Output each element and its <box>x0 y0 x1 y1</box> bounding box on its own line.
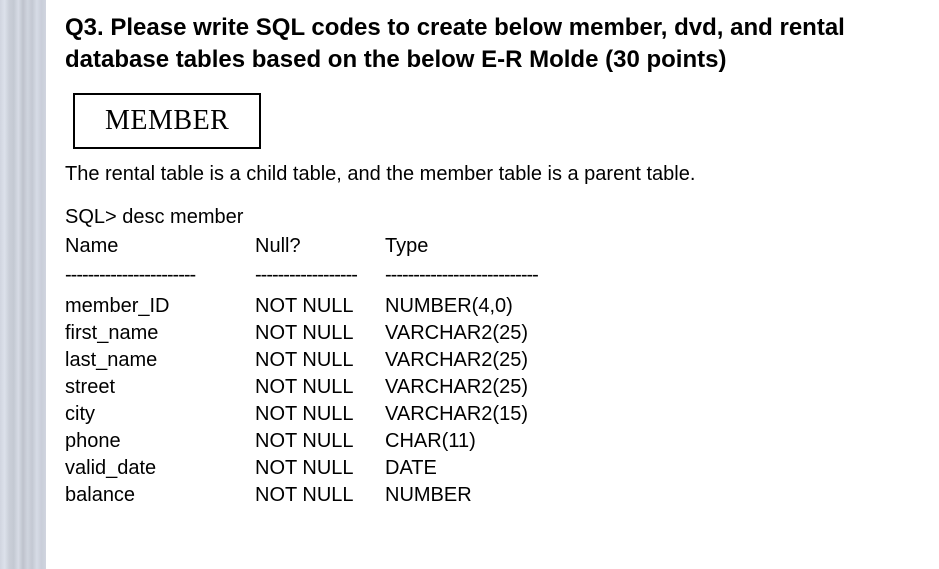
table-row: first_nameNOT NULLVARCHAR2(25) <box>65 320 909 347</box>
cell-name: first_name <box>65 320 255 347</box>
dash-null: ------------------ <box>255 262 385 289</box>
cell-null: NOT NULL <box>255 293 385 320</box>
sql-prompt: SQL> desc member <box>65 204 909 231</box>
table-row: streetNOT NULLVARCHAR2(25) <box>65 374 909 401</box>
cell-null: NOT NULL <box>255 347 385 374</box>
cell-name: last_name <box>65 347 255 374</box>
cell-name: phone <box>65 428 255 455</box>
column-header-row: Name Null? Type <box>65 233 909 260</box>
cell-type: NUMBER <box>385 482 909 509</box>
cell-name: street <box>65 374 255 401</box>
cell-null: NOT NULL <box>255 374 385 401</box>
document-content: Q3. Please write SQL codes to create bel… <box>0 0 939 529</box>
cell-type: DATE <box>385 455 909 482</box>
table-row: member_IDNOT NULLNUMBER(4,0) <box>65 293 909 320</box>
question-title: Q3. Please write SQL codes to create bel… <box>65 12 909 77</box>
table-rows: member_IDNOT NULLNUMBER(4,0)first_nameNO… <box>65 293 909 509</box>
dash-name: ----------------------- <box>65 262 255 289</box>
cell-type: CHAR(11) <box>385 428 909 455</box>
cell-name: valid_date <box>65 455 255 482</box>
header-name: Name <box>65 233 255 260</box>
header-null: Null? <box>255 233 385 260</box>
cell-null: NOT NULL <box>255 455 385 482</box>
header-type: Type <box>385 233 909 260</box>
cell-name: balance <box>65 482 255 509</box>
entity-label: MEMBER <box>105 105 229 136</box>
table-row: last_nameNOT NULLVARCHAR2(25) <box>65 347 909 374</box>
cell-null: NOT NULL <box>255 401 385 428</box>
cell-name: member_ID <box>65 293 255 320</box>
sql-desc-block: SQL> desc member Name Null? Type -------… <box>65 204 909 509</box>
cell-type: VARCHAR2(25) <box>385 374 909 401</box>
dash-separator: ----------------------- ----------------… <box>65 262 909 289</box>
cell-type: VARCHAR2(15) <box>385 401 909 428</box>
cell-type: VARCHAR2(25) <box>385 347 909 374</box>
table-row: phoneNOT NULLCHAR(11) <box>65 428 909 455</box>
table-row: valid_dateNOT NULLDATE <box>65 455 909 482</box>
cell-null: NOT NULL <box>255 428 385 455</box>
entity-box-member: MEMBER <box>73 93 261 149</box>
cell-null: NOT NULL <box>255 482 385 509</box>
relationship-note: The rental table is a child table, and t… <box>65 163 909 186</box>
table-row: cityNOT NULLVARCHAR2(15) <box>65 401 909 428</box>
cell-type: VARCHAR2(25) <box>385 320 909 347</box>
dash-type: --------------------------- <box>385 262 635 289</box>
cell-null: NOT NULL <box>255 320 385 347</box>
cell-name: city <box>65 401 255 428</box>
cell-type: NUMBER(4,0) <box>385 293 909 320</box>
table-row: balanceNOT NULLNUMBER <box>65 482 909 509</box>
